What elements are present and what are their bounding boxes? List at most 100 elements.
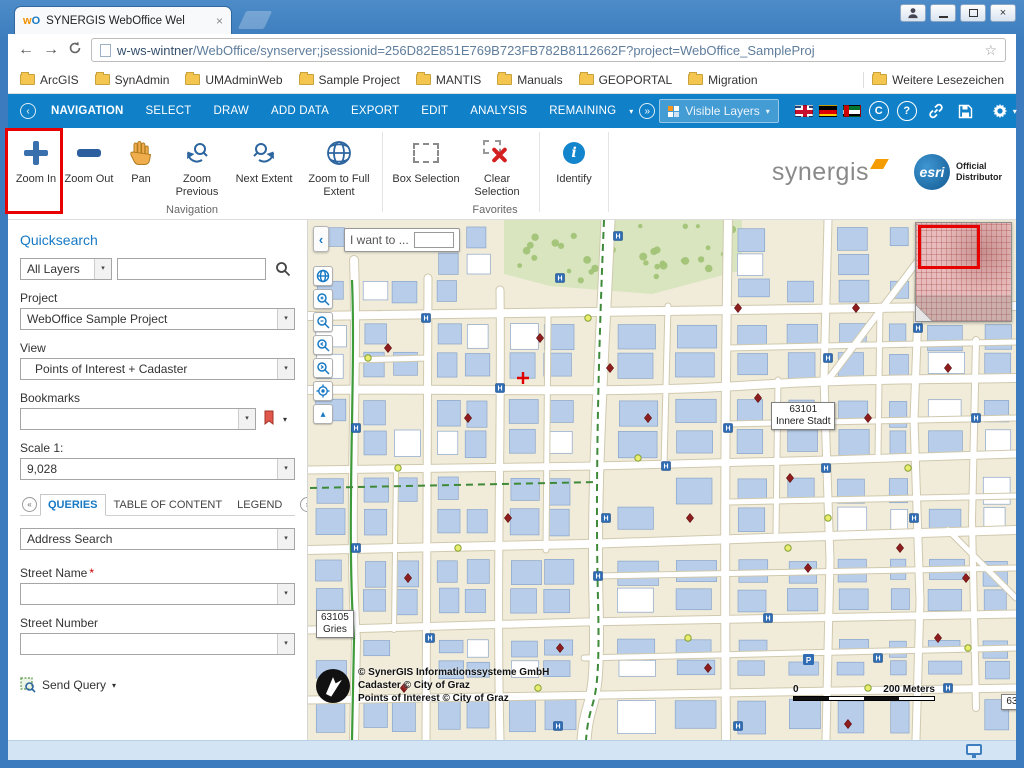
new-tab-button[interactable] xyxy=(238,11,272,29)
settings-menu[interactable]: ▾ xyxy=(981,100,1019,122)
scale-combo[interactable]: 9,028▾ xyxy=(20,458,295,480)
browser-tab[interactable]: wO SYNERGIS WebOffice Wel × xyxy=(14,6,232,34)
menu-collapse-icon[interactable]: ‹ xyxy=(20,103,36,119)
remaining-caret-icon[interactable]: ▾ xyxy=(629,107,633,116)
close-button[interactable]: × xyxy=(990,4,1016,22)
display-icon[interactable] xyxy=(966,744,982,755)
add-bookmark-icon[interactable] xyxy=(262,410,277,429)
tab-title: SYNERGIS WebOffice Wel xyxy=(46,15,210,27)
svg-text:H: H xyxy=(615,234,620,241)
clear-selection-icon xyxy=(483,140,511,166)
maximize-button[interactable] xyxy=(960,4,986,22)
minimize-button[interactable] xyxy=(930,4,956,22)
bookmark-caret-icon[interactable]: ▾ xyxy=(283,415,287,424)
send-query-icon xyxy=(20,677,36,693)
bookmark-item[interactable]: Migration xyxy=(688,73,757,87)
bookmark-item[interactable]: GEOPORTAL xyxy=(579,73,673,87)
visible-layers-dropdown[interactable]: Visible Layers ▾ xyxy=(659,99,779,123)
divider xyxy=(382,132,383,212)
browser-content: ← → w-ws-wintner/WebOffice/synserver;jse… xyxy=(8,34,1016,760)
tab-close-icon[interactable]: × xyxy=(216,14,223,28)
layer-filter-dropdown[interactable]: All Layers▾ xyxy=(20,258,112,280)
street-number-label: Street Number xyxy=(20,616,295,630)
zoom-out-button[interactable]: Zoom Out xyxy=(62,128,116,219)
tabs-scroll-left-icon[interactable]: « xyxy=(22,497,37,512)
maximize-icon xyxy=(969,9,978,17)
flag-uk-icon[interactable] xyxy=(795,105,813,117)
tab-analysis[interactable]: ANALYSIS xyxy=(459,94,538,128)
info-icon: i xyxy=(563,142,585,164)
bookmarks-dropdown[interactable]: ▾ xyxy=(20,408,256,430)
bookmark-item[interactable]: Sample Project xyxy=(299,73,400,87)
zoom-in-tool-button[interactable] xyxy=(313,289,333,309)
group-label-navigation: Navigation xyxy=(142,204,242,216)
i-want-to-box[interactable]: I want to ... xyxy=(344,228,460,252)
tab-export[interactable]: EXPORT xyxy=(340,94,410,128)
svg-text:P: P xyxy=(806,656,812,665)
overview-map[interactable] xyxy=(915,222,1012,322)
zoom-full-extent-button[interactable]: Zoom to Full Extent xyxy=(300,128,378,219)
bookmark-star-icon[interactable]: ☆ xyxy=(984,42,997,59)
quicksearch-input[interactable] xyxy=(117,258,266,280)
tab-table-of-content[interactable]: TABLE OF CONTENT xyxy=(107,495,230,515)
profile-button[interactable] xyxy=(900,4,926,22)
search-button[interactable] xyxy=(271,258,295,280)
tab-draw[interactable]: DRAW xyxy=(202,94,260,128)
tabs-scroll-right-icon[interactable]: » xyxy=(300,497,308,512)
sidebar-collapse-button[interactable]: ‹ xyxy=(313,226,329,252)
svg-text:H: H xyxy=(353,426,358,433)
divider xyxy=(863,72,864,88)
menu-overflow-icon[interactable]: » xyxy=(639,103,655,119)
bookmark-item[interactable]: ArcGIS xyxy=(20,73,79,87)
copyright-icon[interactable]: C xyxy=(869,101,889,121)
bookmark-item[interactable]: Manuals xyxy=(497,73,562,87)
overview-collapse-icon[interactable] xyxy=(916,305,932,321)
next-extent-tool-button[interactable] xyxy=(313,358,333,378)
map-canvas[interactable]: HHHHHHHHHHHHHHHHHHHHHHP xyxy=(308,220,1016,740)
map-view[interactable]: HHHHHHHHHHHHHHHHHHHHHHP ‹ I want to ... xyxy=(308,220,1016,740)
next-extent-icon xyxy=(316,361,330,375)
tab-add-data[interactable]: ADD DATA xyxy=(260,94,340,128)
flag-de-icon[interactable] xyxy=(819,105,837,117)
overview-tool-button[interactable] xyxy=(313,266,333,286)
titlebar: wO SYNERGIS WebOffice Wel × × xyxy=(0,0,1024,34)
prev-extent-tool-button[interactable] xyxy=(313,335,333,355)
tab-legend[interactable]: LEGEND xyxy=(230,495,289,515)
identify-button[interactable]: i Identify xyxy=(544,128,604,219)
tab-edit[interactable]: EDIT xyxy=(410,94,459,128)
send-query-button[interactable]: Send Query ▾ xyxy=(20,677,295,693)
overview-extent-rect[interactable] xyxy=(918,225,980,269)
flag-ae-icon[interactable] xyxy=(843,105,861,117)
toolbar-collapse-button[interactable]: ▴ xyxy=(313,404,333,424)
view-dropdown[interactable]: Points of Interest + Cadaster▾ xyxy=(20,358,295,380)
esri-globe-icon: esri xyxy=(914,154,950,190)
map-toolbar: ▴ xyxy=(313,266,333,424)
street-name-dropdown[interactable]: ▾ xyxy=(20,583,295,605)
bookmark-item[interactable]: SynAdmin xyxy=(95,73,170,87)
reload-button[interactable] xyxy=(68,41,82,59)
link-icon[interactable] xyxy=(925,100,947,122)
query-type-dropdown[interactable]: Address Search▾ xyxy=(20,528,295,550)
zoom-in-button[interactable]: Zoom In xyxy=(10,128,62,219)
app-menubar: ‹ NAVIGATION SELECT DRAW ADD DATA EXPORT… xyxy=(8,94,1016,128)
bookmark-item[interactable]: MANTIS xyxy=(416,73,481,87)
bookmark-item[interactable]: UMAdminWeb xyxy=(185,73,282,87)
folder-icon xyxy=(416,74,431,85)
street-number-dropdown[interactable]: ▾ xyxy=(20,633,295,655)
url-field[interactable]: w-ws-wintner/WebOffice/synserver;jsessio… xyxy=(91,38,1006,62)
tab-navigation[interactable]: NAVIGATION xyxy=(40,94,135,128)
tab-select[interactable]: SELECT xyxy=(135,94,203,128)
tab-truncated[interactable]: L xyxy=(290,495,297,515)
project-dropdown[interactable]: WebOffice Sample Project▾ xyxy=(20,308,295,330)
forward-button[interactable]: → xyxy=(43,42,59,58)
save-icon[interactable] xyxy=(955,100,977,122)
bookmarks-more[interactable]: Weitere Lesezeichen xyxy=(872,73,1004,87)
back-button[interactable]: ← xyxy=(18,42,34,58)
zoom-out-tool-button[interactable] xyxy=(313,312,333,332)
tab-queries[interactable]: QUERIES xyxy=(40,494,106,516)
tab-remaining[interactable]: REMAINING xyxy=(538,94,627,128)
locate-tool-button[interactable] xyxy=(313,381,333,401)
i-want-to-input[interactable] xyxy=(414,232,454,248)
help-icon[interactable]: ? xyxy=(897,101,917,121)
send-query-caret-icon[interactable]: ▾ xyxy=(112,681,116,690)
